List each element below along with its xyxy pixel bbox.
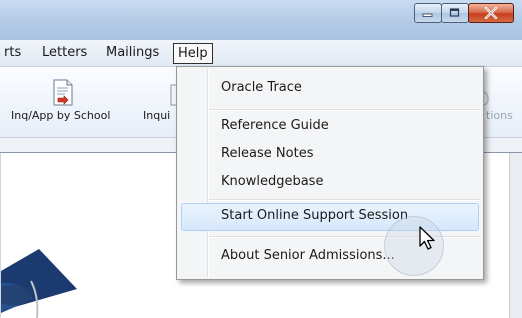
menu-help[interactable]: Help (173, 43, 213, 64)
document-report-icon (53, 79, 73, 106)
inquiries-label: Inqui (143, 109, 171, 122)
menu-icon-gutter (207, 69, 209, 277)
title-bar (0, 0, 522, 40)
maximize-icon (449, 8, 460, 17)
maximize-button[interactable] (441, 3, 469, 23)
menu-mailings[interactable]: Mailings (106, 45, 159, 61)
menu-letters[interactable]: Letters (42, 45, 87, 61)
arrow-cursor-icon (419, 226, 435, 250)
menu-separator (209, 199, 480, 201)
options-label: tions (486, 109, 513, 122)
menu-item-reference-guide[interactable]: Reference Guide (221, 115, 329, 137)
menu-item-oracle-trace[interactable]: Oracle Trace (221, 77, 302, 99)
menu-item-start-online-support-session[interactable]: Start Online Support Session (221, 205, 408, 227)
inq-app-by-school-label: Inq/App by School (11, 109, 111, 122)
menu-separator (209, 109, 480, 111)
menu-item-knowledgebase[interactable]: Knowledgebase (221, 171, 323, 193)
inq-app-by-school-button[interactable] (50, 79, 76, 107)
menu-item-about-senior-admissions[interactable]: About Senior Admissions... (221, 245, 395, 267)
graduation-cap-icon (1, 249, 77, 318)
minimize-icon (422, 13, 433, 17)
minimize-button[interactable] (414, 3, 442, 23)
close-icon (484, 7, 498, 19)
menu-bar: rts Letters Mailings Help (0, 40, 522, 67)
close-button[interactable] (468, 3, 514, 23)
menu-reports[interactable]: rts (4, 45, 21, 61)
menu-item-release-notes[interactable]: Release Notes (221, 143, 313, 165)
vertical-scrollbar[interactable] (509, 153, 522, 318)
window-controls (414, 3, 514, 23)
